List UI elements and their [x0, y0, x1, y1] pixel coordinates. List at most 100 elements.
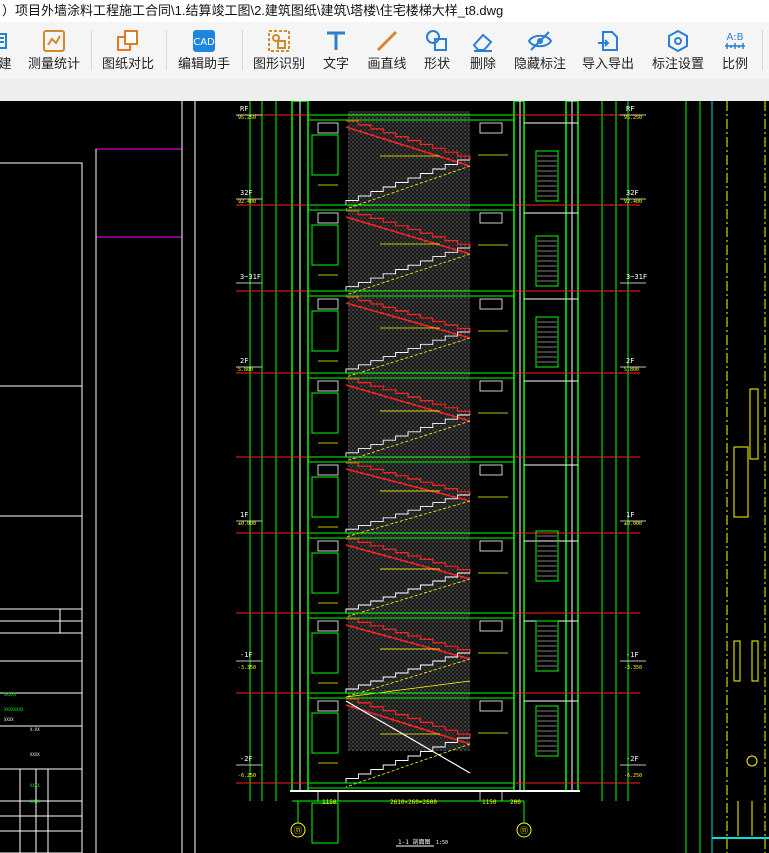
build-button[interactable]: 建 — [0, 22, 16, 78]
draw-line-button[interactable]: 画直线 — [366, 22, 408, 78]
svg-text:A:B: A:B — [727, 32, 744, 43]
text-icon — [323, 28, 349, 54]
edit-assistant-button[interactable]: CAD 编辑助手 — [175, 22, 233, 78]
landing-tag-7 — [317, 700, 339, 712]
elevation-right-5: -6.250 — [624, 773, 642, 779]
dim-stair-run: 2610×260=2600 — [390, 799, 437, 806]
landing-door-7 — [311, 712, 339, 754]
floor-label-left-6: -2F — [240, 755, 253, 763]
floor-label-left-1: 32F — [240, 189, 253, 197]
dim-1150-left: 1150 — [322, 799, 337, 806]
axis-mark-left: ⑪ — [294, 826, 302, 835]
axis-mark-right: ⑪ — [520, 826, 528, 835]
landing-tag-r-0 — [479, 122, 503, 134]
section-title: 1-1 剖面图 — [398, 838, 430, 846]
delete-button[interactable]: 删除 — [466, 22, 500, 78]
elevation-left-3: ±0.000 — [238, 521, 256, 527]
shape-button[interactable]: 形状 — [421, 22, 453, 78]
floor-label-right-1: 32F — [626, 189, 639, 197]
text-button[interactable]: 文字 — [318, 22, 354, 78]
svg-text:XXXX: XXXX — [30, 799, 40, 804]
elevation-left-4: -3.350 — [238, 665, 256, 671]
shape-label: 形状 — [423, 56, 450, 71]
floor-label-right-5: -1F — [626, 651, 639, 659]
svg-text:XXXX: XXXX — [30, 752, 40, 757]
landing-tag-5 — [317, 540, 339, 552]
elevation-left-0: 95.250 — [238, 115, 256, 121]
landing-tag-3 — [317, 380, 339, 392]
delete-label: 删除 — [469, 56, 496, 71]
landing-tag-r-3 — [479, 380, 503, 392]
floor-label-left-0: RF — [240, 105, 248, 113]
compare-drawings-button[interactable]: 图纸对比 — [100, 22, 156, 78]
floor-label-right-0: RF — [626, 105, 634, 113]
import-export-button[interactable]: 导入导出 — [580, 22, 636, 78]
floor-label-left-4: 1F — [240, 511, 248, 519]
toolbar: 建 测量统计 图纸对比 CAD 编辑助手 图形识别 文字 画直线 形状 删除 隐… — [0, 22, 769, 79]
dim-200: 200 — [510, 799, 521, 806]
floor-label-right-3: 2F — [626, 357, 634, 365]
landing-door-6 — [311, 632, 339, 674]
compare-drawings-label: 图纸对比 — [101, 56, 154, 71]
landing-tag-r-5 — [479, 540, 503, 552]
right-detail — [712, 388, 769, 839]
svg-text:XXXXXXXX: XXXXXXXX — [4, 707, 24, 712]
scale-button[interactable]: A:B 比例 — [718, 22, 752, 78]
viewport-frame — [95, 148, 183, 238]
edit-assistant-icon: CAD — [191, 28, 217, 54]
floor-label-right-4: 1F — [626, 511, 634, 519]
hide-annotation-button[interactable]: 隐藏标注 — [512, 22, 568, 78]
annotation-settings-button[interactable]: 标注设置 — [650, 22, 706, 78]
cad-drawing-canvas[interactable]: XXXXX XXXXXXXX XXXX X-XX XXXX XXXX XXXX — [0, 101, 769, 853]
elevation-right-1: 92.400 — [624, 199, 642, 205]
floor-label-right-6: -2F — [626, 755, 639, 763]
landing-door-0 — [311, 134, 339, 176]
elevation-right-3: ±0.000 — [624, 521, 642, 527]
landing-tag-6 — [317, 620, 339, 632]
section-scale: 1:50 — [436, 840, 448, 846]
landing-door-8 — [311, 802, 339, 844]
shape-recognition-icon — [266, 28, 292, 54]
landing-tag-r-6 — [479, 620, 503, 632]
measure-stats-label: 测量统计 — [27, 56, 80, 71]
floor-label-left-3: 2F — [240, 357, 248, 365]
elevation-right-2: 5.800 — [624, 367, 639, 373]
command-strip — [0, 78, 769, 102]
eraser-icon — [470, 28, 496, 54]
landing-tag-r-7 — [479, 700, 503, 712]
measure-stats-icon — [41, 28, 67, 54]
floor-label-left-5: -1F — [240, 651, 253, 659]
elevation-right-4: -3.350 — [624, 665, 642, 671]
landing-door-3 — [311, 392, 339, 434]
bottom-dimensions: 1150 2610×260=2600 1150 200 ⑪ ⑪ 1-1 剖面图 … — [290, 790, 580, 847]
landing-tag-0 — [317, 122, 339, 134]
measure-stats-button[interactable]: 测量统计 — [26, 22, 82, 78]
shape-recognition-button[interactable]: 图形识别 — [251, 22, 307, 78]
svg-text:CAD: CAD — [193, 37, 215, 48]
elevation-left-1: 92.400 — [238, 199, 256, 205]
landing-tag-4 — [317, 464, 339, 476]
svg-text:X-XX: X-XX — [30, 727, 40, 732]
section-windows — [535, 150, 559, 757]
landing-door-4 — [311, 476, 339, 518]
slab-8 — [307, 782, 515, 789]
svg-text:XXXX: XXXX — [4, 717, 14, 722]
landing-tag-2 — [317, 298, 339, 310]
shape-icon — [424, 28, 450, 54]
landing-door-1 — [311, 224, 339, 266]
hide-annotation-label: 隐藏标注 — [513, 56, 566, 71]
edit-assistant-label: 编辑助手 — [177, 56, 230, 71]
landing-tag-r-2 — [479, 298, 503, 310]
scale-label: 比例 — [721, 56, 748, 71]
floor-label-left-2: 3~31F — [240, 273, 261, 281]
floor-label-right-2: 3~31F — [626, 273, 647, 281]
compare-drawings-icon — [115, 28, 141, 54]
import-export-label: 导入导出 — [581, 56, 634, 71]
text-label: 文字 — [322, 56, 349, 71]
landing-tag-r-1 — [479, 212, 503, 224]
annotation-settings-icon — [665, 28, 691, 54]
annotation-settings-label: 标注设置 — [651, 56, 704, 71]
shape-recognition-label: 图形识别 — [252, 56, 305, 71]
draw-line-label: 画直线 — [367, 56, 407, 71]
landing-tag-r-4 — [479, 464, 503, 476]
